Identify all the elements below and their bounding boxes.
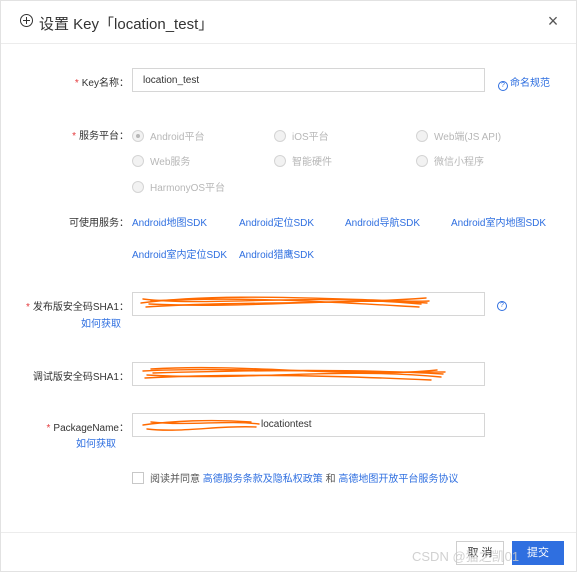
radio-circle xyxy=(416,130,428,142)
debug-sha1-label: 调试版安全码SHA1： xyxy=(32,372,129,383)
radio-circle xyxy=(416,155,428,167)
radio-circle xyxy=(132,130,144,142)
dialog-header: 设置 Key「location_test」 × xyxy=(1,1,576,44)
dialog-title: 设置 Key「location_test」 xyxy=(39,16,214,33)
terms-privacy-link[interactable]: 高德服务条款及隐私权政策 xyxy=(203,474,323,485)
naming-rule-link[interactable]: ? 命名规范 xyxy=(498,74,550,91)
key-name-label: * Key名称： xyxy=(74,78,129,89)
footer-divider xyxy=(1,532,576,533)
release-help[interactable]: ? xyxy=(497,298,509,311)
radio-ios[interactable]: iOS平台 xyxy=(274,128,329,143)
submit-button[interactable]: 提交 xyxy=(512,541,564,565)
radio-web-service[interactable]: Web服务 xyxy=(132,153,190,168)
package-name-input[interactable]: locationtest xyxy=(132,413,485,437)
set-key-dialog: 设置 Key「location_test」 × *Key名称： ?命名规范 *服… xyxy=(0,0,577,572)
agreement-and: 和 xyxy=(325,474,336,485)
service-android-indoor-location[interactable]: Android室内定位SDK xyxy=(132,246,227,261)
radio-circle xyxy=(132,155,144,167)
service-android-falcon[interactable]: Android猎鹰SDK xyxy=(239,246,314,261)
watermark: CSDN @猫之凯01 xyxy=(412,549,520,564)
radio-android[interactable]: Android平台 xyxy=(132,128,204,143)
package-name-label: * PackageName： xyxy=(46,423,130,434)
radio-circle xyxy=(274,155,286,167)
service-android-map[interactable]: Android地图SDK xyxy=(132,214,207,229)
radio-web-js[interactable]: Web端(JS API) xyxy=(416,128,501,143)
release-sha1-input[interactable] xyxy=(132,292,485,316)
plus-circle-icon xyxy=(20,14,33,27)
services-label: 可使用服务： xyxy=(69,218,129,229)
question-icon: ? xyxy=(498,81,508,91)
debug-sha1-input[interactable] xyxy=(132,362,485,386)
service-agreement-link[interactable]: 高德地图开放平台服务协议 xyxy=(338,474,458,485)
service-android-navigation[interactable]: Android导航SDK xyxy=(345,214,420,229)
close-icon[interactable]: × xyxy=(545,12,561,30)
service-android-indoor-map[interactable]: Android室内地图SDK xyxy=(451,214,546,229)
service-android-location[interactable]: Android定位SDK xyxy=(239,214,314,229)
agreement-prefix: 阅读并同意 xyxy=(150,474,200,485)
platform-label: * 服务平台： xyxy=(72,131,129,142)
package-how-to-get-link[interactable]: 如何获取 xyxy=(76,435,116,450)
radio-wechat[interactable]: 微信小程序 xyxy=(416,153,484,168)
question-icon: ? xyxy=(497,301,507,311)
key-name-input[interactable] xyxy=(132,68,485,92)
checkbox-icon[interactable] xyxy=(132,472,144,484)
radio-circle xyxy=(132,181,144,193)
radio-harmonyos[interactable]: HarmonyOS平台 xyxy=(132,179,225,194)
radio-smart-hardware[interactable]: 智能硬件 xyxy=(274,153,332,168)
release-how-to-get-link[interactable]: 如何获取 xyxy=(81,315,121,330)
agreement-row: 阅读并同意 高德服务条款及隐私权政策 和 高德地图开放平台服务协议 xyxy=(132,470,458,485)
package-name-value: locationtest xyxy=(261,419,312,430)
radio-circle xyxy=(274,130,286,142)
release-sha1-label: * 发布版安全码SHA1： xyxy=(25,302,129,313)
